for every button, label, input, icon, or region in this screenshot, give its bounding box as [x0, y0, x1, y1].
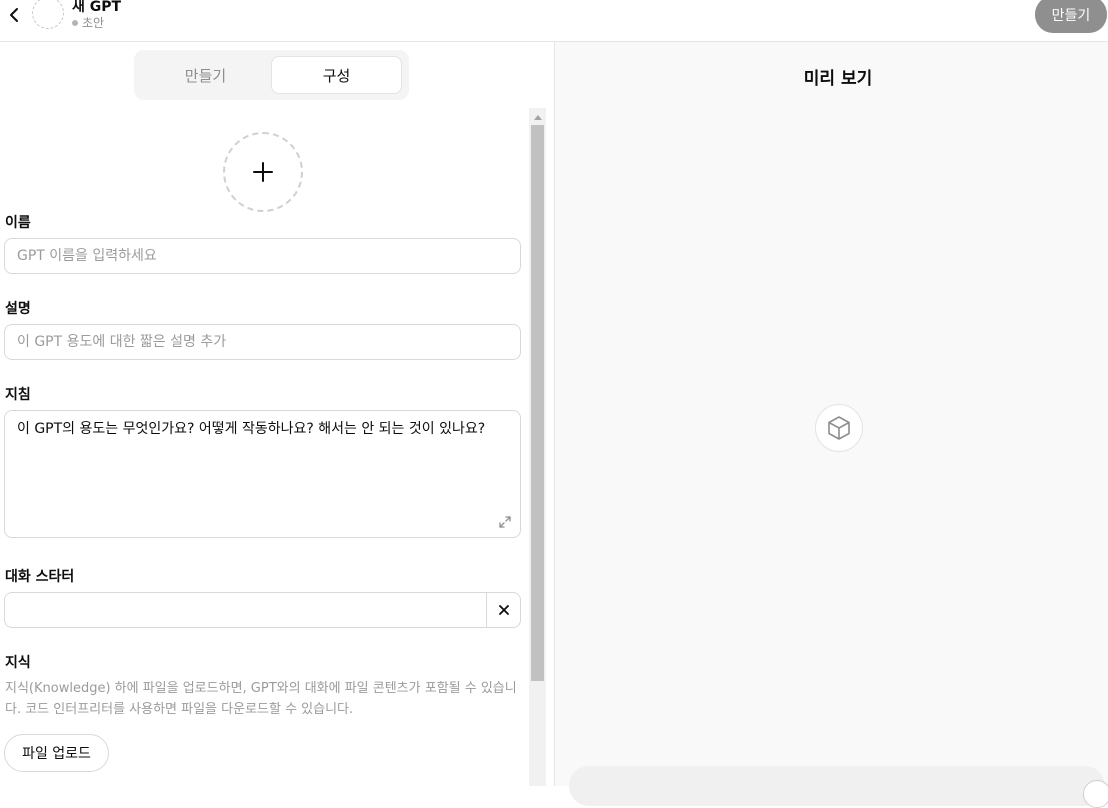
tab-configure[interactable]: 구성 [271, 56, 402, 94]
gpt-title: 새 GPT [72, 0, 122, 15]
plus-icon [253, 162, 273, 182]
config-panel: 만들기 구성 이름 설명 지침 이 GPT의 용도는 무엇인가요? 어떻게 작동… [0, 42, 554, 786]
status-dot-icon [72, 20, 78, 26]
composer-send-button[interactable] [1083, 780, 1108, 808]
starter-field [4, 592, 521, 628]
description-input[interactable] [4, 324, 521, 360]
scroll-up-arrow-icon[interactable] [529, 108, 546, 125]
scrollbar[interactable] [529, 108, 546, 786]
preview-title: 미리 보기 [803, 69, 873, 89]
gpt-avatar[interactable] [32, 0, 64, 29]
starter-input[interactable] [5, 593, 487, 627]
cube-icon [828, 416, 850, 440]
close-icon [498, 605, 509, 615]
status-label: 초안 [82, 16, 105, 30]
expand-icon[interactable] [498, 515, 512, 529]
avatar-upload-button[interactable] [223, 132, 303, 212]
create-button[interactable]: 만들기 [1035, 0, 1107, 33]
mode-tabs: 만들기 구성 [134, 50, 409, 100]
starters-label: 대화 스타터 [5, 569, 75, 585]
preview-avatar [815, 404, 863, 452]
knowledge-label: 지식 [5, 655, 31, 671]
top-bar: 새 GPT 초안 만들기 [0, 0, 1108, 42]
upload-file-button[interactable]: 파일 업로드 [4, 734, 109, 772]
name-label: 이름 [5, 215, 31, 231]
draft-status: 초안 [72, 15, 104, 31]
chevron-left-icon [10, 8, 18, 22]
instructions-text: 이 GPT의 용도는 무엇인가요? 어떻게 작동하나요? 해서는 안 되는 것이… [17, 421, 486, 437]
knowledge-description: 지식(Knowledge) 하에 파일을 업로드하면, GPT와의 대화에 파일… [5, 681, 517, 717]
description-label: 설명 [5, 301, 31, 317]
instructions-textarea[interactable]: 이 GPT의 용도는 무엇인가요? 어떻게 작동하나요? 해서는 안 되는 것이… [4, 410, 521, 538]
name-input[interactable] [4, 238, 521, 274]
instructions-label: 지침 [5, 387, 31, 403]
scroll-thumb[interactable] [531, 125, 544, 681]
preview-panel: 미리 보기 [554, 42, 1108, 808]
tab-create[interactable]: 만들기 [140, 56, 271, 94]
starter-remove-button[interactable] [486, 593, 520, 627]
back-button[interactable] [4, 4, 24, 26]
preview-composer[interactable] [569, 766, 1105, 806]
